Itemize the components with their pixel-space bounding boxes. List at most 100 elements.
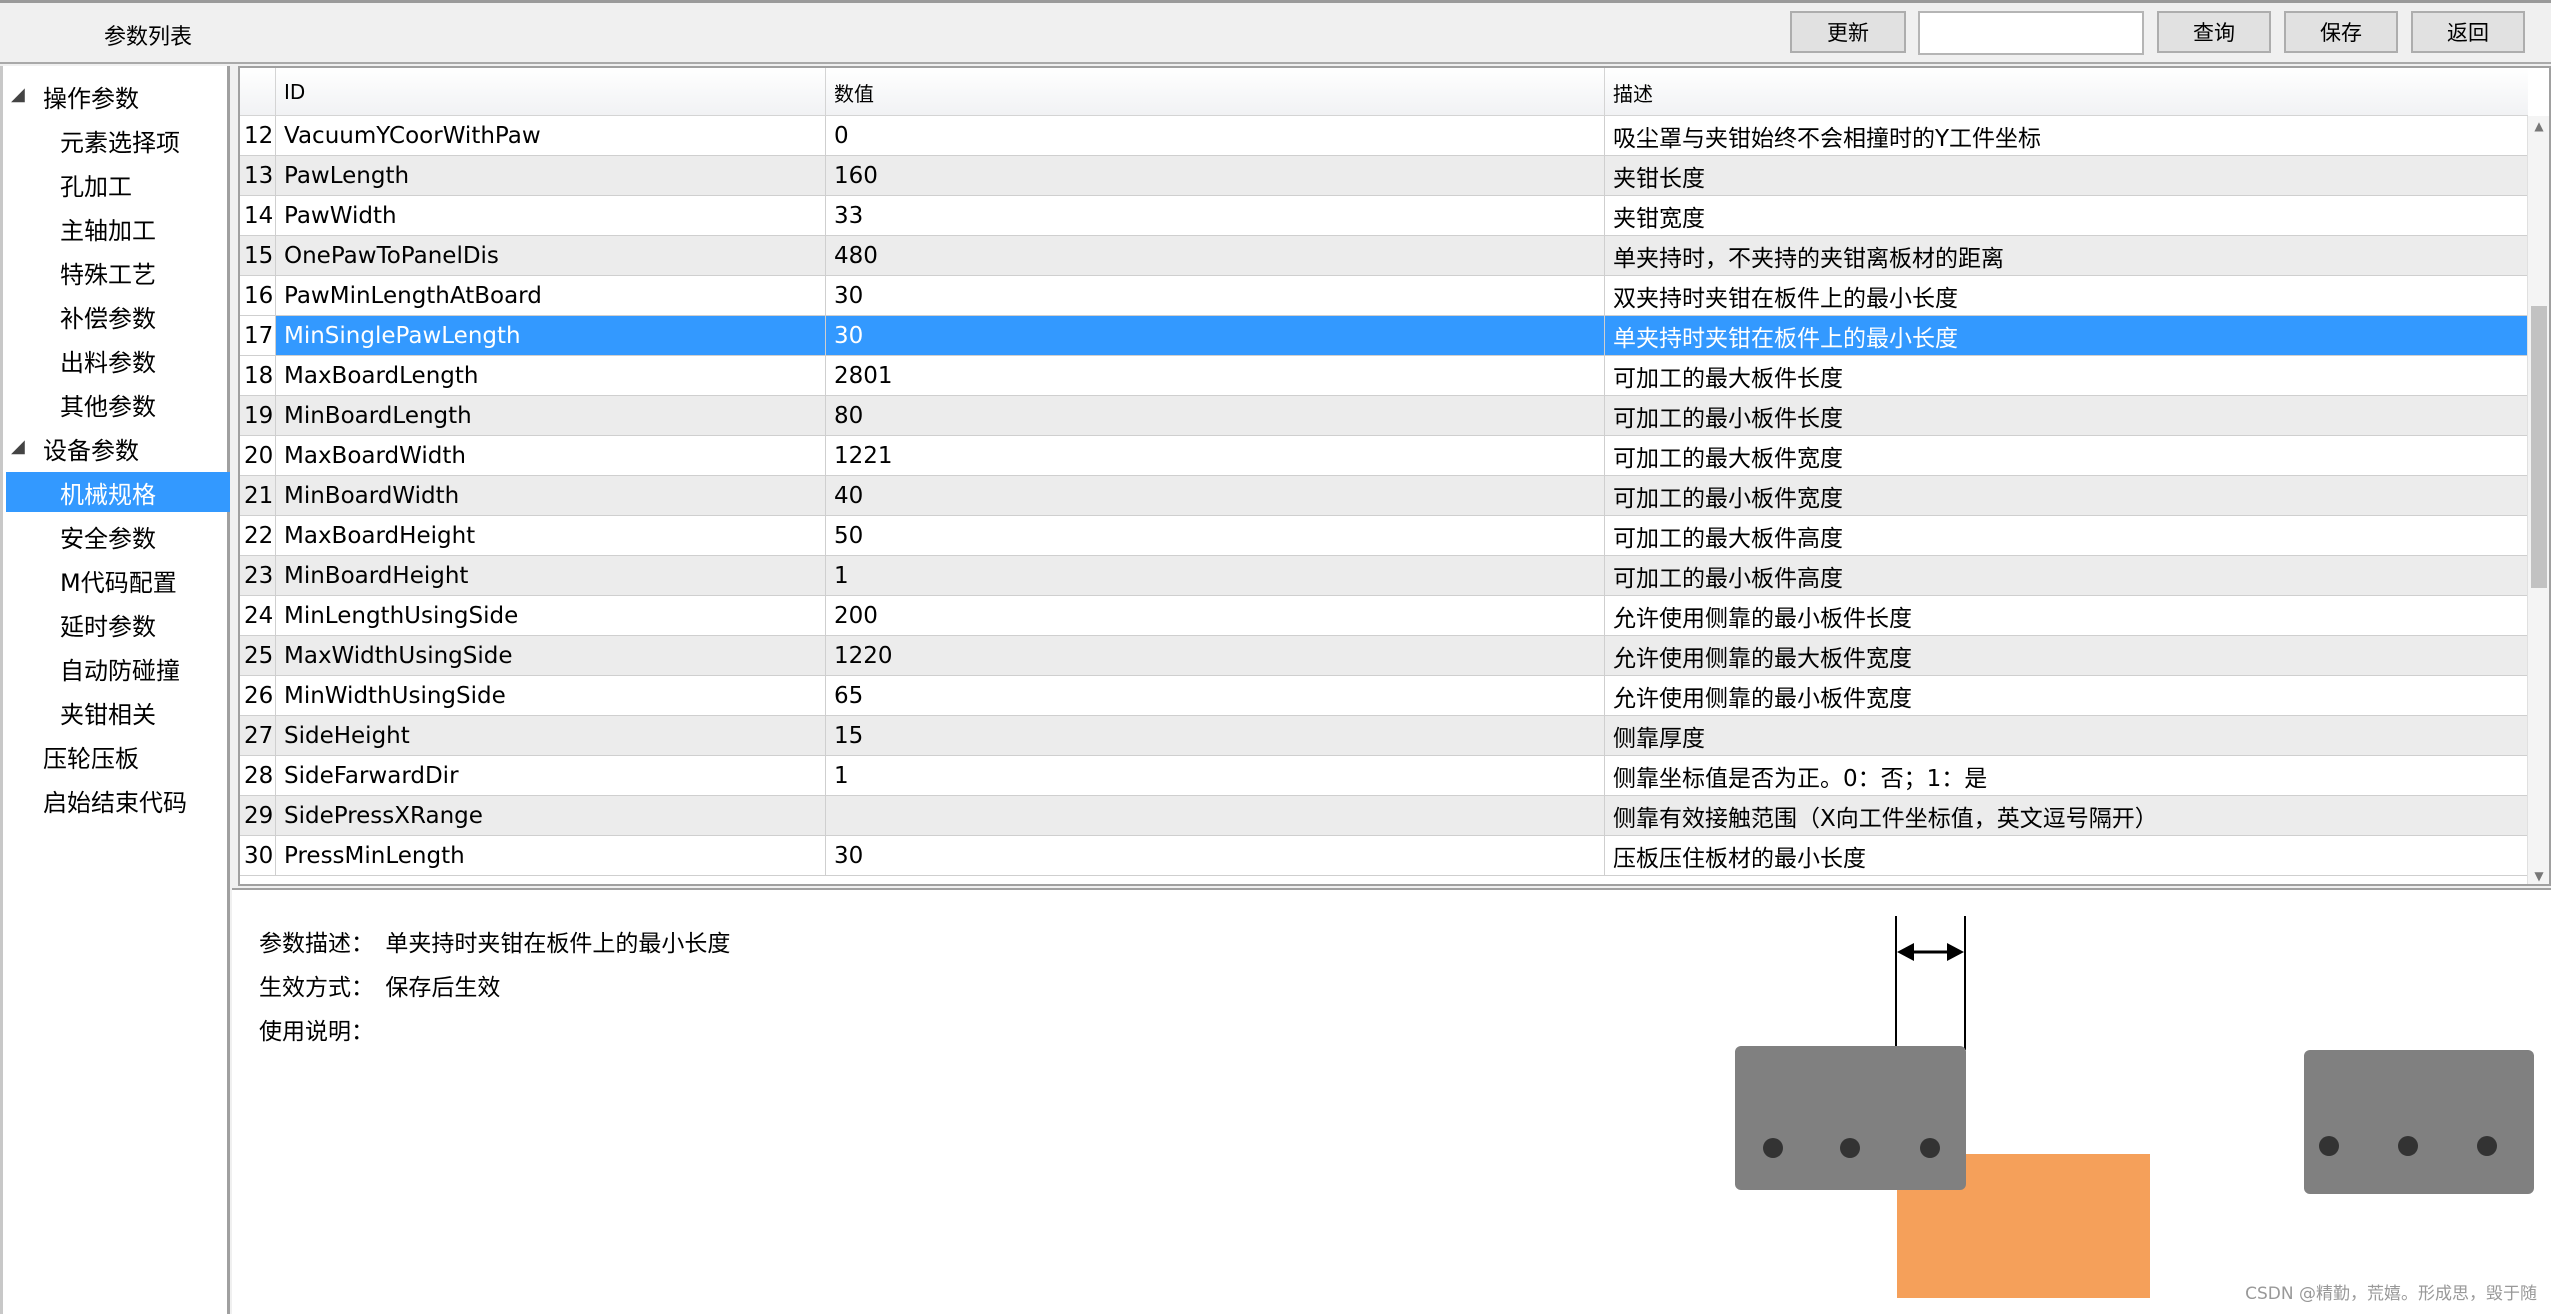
description-cell: 侧靠坐标值是否为正。0：否；1：是 — [1605, 756, 2528, 796]
table-header: ID 数值 描述 — [240, 68, 2528, 116]
scrollbar-thumb[interactable] — [2531, 306, 2547, 588]
search-input[interactable] — [1918, 11, 2144, 55]
tree-item[interactable]: 压轮压板 — [43, 736, 139, 776]
description-cell: 可加工的最大板件高度 — [1605, 516, 2528, 556]
table-row[interactable]: 22 MaxBoardHeight 50 可加工的最大板件高度 — [240, 516, 2528, 556]
value-cell[interactable]: 65 — [826, 676, 1605, 716]
table-vertical-scrollbar[interactable]: ▲ ▼ — [2527, 116, 2549, 884]
tree-item[interactable]: 设备参数 — [43, 428, 139, 468]
expand-toggle-icon[interactable]: ◢ — [11, 436, 25, 457]
tree-item[interactable]: 孔加工 — [6, 164, 230, 204]
id-cell: MinWidthUsingSide — [276, 676, 826, 716]
tree-item[interactable]: 夹钳相关 — [6, 692, 230, 732]
value-cell[interactable]: 160 — [826, 156, 1605, 196]
table-row[interactable]: 14 PawWidth 33 夹钳宽度 — [240, 196, 2528, 236]
description-cell: 可加工的最小板件高度 — [1605, 556, 2528, 596]
value-cell[interactable]: 30 — [826, 276, 1605, 316]
table-row[interactable]: 26 MinWidthUsingSide 65 允许使用侧靠的最小板件宽度 — [240, 676, 2528, 716]
table-row[interactable]: 17 MinSinglePawLength 30 单夹持时夹钳在板件上的最小长度 — [240, 316, 2528, 356]
value-cell[interactable]: 0 — [826, 116, 1605, 156]
watermark: CSDN @精勤，荒嬉。形成思，毁于随 — [2245, 1284, 2537, 1304]
description-cell: 夹钳长度 — [1605, 156, 2528, 196]
column-header-id[interactable]: ID — [276, 68, 826, 116]
value-cell[interactable]: 33 — [826, 196, 1605, 236]
table-row[interactable]: 16 PawMinLengthAtBoard 30 双夹持时夹钳在板件上的最小长度 — [240, 276, 2528, 316]
value-cell[interactable]: 50 — [826, 516, 1605, 556]
tree-item[interactable]: 特殊工艺 — [6, 252, 230, 292]
scroll-up-icon[interactable]: ▲ — [2528, 116, 2549, 136]
value-cell[interactable]: 1 — [826, 556, 1605, 596]
row-number-cell: 30 — [240, 836, 276, 876]
tree-item[interactable]: 启始结束代码 — [43, 780, 187, 820]
tree-item[interactable]: 安全参数 — [6, 516, 230, 556]
description-cell: 可加工的最小板件长度 — [1605, 396, 2528, 436]
update-button[interactable]: 更新 — [1790, 11, 1906, 53]
table-row[interactable]: 23 MinBoardHeight 1 可加工的最小板件高度 — [240, 556, 2528, 596]
value-cell[interactable]: 80 — [826, 396, 1605, 436]
row-number-cell: 13 — [240, 156, 276, 196]
value-cell[interactable]: 30 — [826, 316, 1605, 356]
tree-item[interactable]: 主轴加工 — [6, 208, 230, 248]
value-cell[interactable]: 2801 — [826, 356, 1605, 396]
clamp-left-hole — [1840, 1138, 1860, 1158]
id-cell: VacuumYCoorWithPaw — [276, 116, 826, 156]
tree-item[interactable]: 出料参数 — [6, 340, 230, 380]
value-cell[interactable]: 15 — [826, 716, 1605, 756]
table-row[interactable]: 18 MaxBoardLength 2801 可加工的最大板件长度 — [240, 356, 2528, 396]
value-cell[interactable]: 1221 — [826, 436, 1605, 476]
value-cell[interactable] — [826, 796, 1605, 836]
table-row[interactable]: 20 MaxBoardWidth 1221 可加工的最大板件宽度 — [240, 436, 2528, 476]
table-row[interactable]: 28 SideFarwardDir 1 侧靠坐标值是否为正。0：否；1：是 — [240, 756, 2528, 796]
id-cell: MinSinglePawLength — [276, 316, 826, 356]
table-row[interactable]: 30 PressMinLength 30 压板压住板材的最小长度 — [240, 836, 2528, 876]
tree-item[interactable]: 元素选择项 — [6, 120, 230, 160]
id-cell: PawMinLengthAtBoard — [276, 276, 826, 316]
scroll-down-icon[interactable]: ▼ — [2528, 866, 2549, 884]
value-cell[interactable]: 200 — [826, 596, 1605, 636]
back-button[interactable]: 返回 — [2411, 11, 2525, 53]
description-cell: 可加工的最大板件长度 — [1605, 356, 2528, 396]
id-cell: MinBoardWidth — [276, 476, 826, 516]
table-row[interactable]: 29 SidePressXRange 侧靠有效接触范围（X向工件坐标值，英文逗号隔开… — [240, 796, 2528, 836]
tree-item[interactable]: 延时参数 — [6, 604, 230, 644]
clamp-diagram — [1735, 916, 2534, 1298]
query-button[interactable]: 查询 — [2157, 11, 2271, 53]
row-number-cell: 22 — [240, 516, 276, 556]
table-row[interactable]: 12 VacuumYCoorWithPaw 0 吸尘罩与夹钳始终不会相撞时的Y工件坐标 — [240, 116, 2528, 156]
value-cell[interactable]: 480 — [826, 236, 1605, 276]
description-cell: 可加工的最小板件宽度 — [1605, 476, 2528, 516]
row-number-cell: 16 — [240, 276, 276, 316]
save-button[interactable]: 保存 — [2284, 11, 2398, 53]
column-header-description[interactable]: 描述 — [1605, 68, 2528, 116]
expand-toggle-icon[interactable]: ◢ — [11, 84, 25, 105]
column-header-value[interactable]: 数值 — [826, 68, 1605, 116]
table-row[interactable]: 15 OnePawToPanelDis 480 单夹持时，不夹持的夹钳离板材的距离 — [240, 236, 2528, 276]
tree-item[interactable]: 补偿参数 — [6, 296, 230, 336]
id-cell: MaxWidthUsingSide — [276, 636, 826, 676]
table-row[interactable]: 25 MaxWidthUsingSide 1220 允许使用侧靠的最大板件宽度 — [240, 636, 2528, 676]
tree-item[interactable]: 操作参数 — [43, 76, 139, 116]
id-cell: PressMinLength — [276, 836, 826, 876]
clamp-left — [1735, 1046, 1966, 1190]
id-cell: MaxBoardWidth — [276, 436, 826, 476]
value-cell[interactable]: 40 — [826, 476, 1605, 516]
tree-item[interactable]: M代码配置 — [6, 560, 230, 600]
tree-item[interactable]: 其他参数 — [6, 384, 230, 424]
table-row[interactable]: 13 PawLength 160 夹钳长度 — [240, 156, 2528, 196]
table-row[interactable]: 19 MinBoardLength 80 可加工的最小板件长度 — [240, 396, 2528, 436]
value-cell[interactable]: 1220 — [826, 636, 1605, 676]
row-number-cell: 18 — [240, 356, 276, 396]
description-cell: 单夹持时夹钳在板件上的最小长度 — [1605, 316, 2528, 356]
tree-item[interactable]: 机械规格 — [6, 472, 230, 512]
toolbar: 参数列表 更新 查询 保存 返回 — [0, 0, 2551, 64]
row-number-cell: 15 — [240, 236, 276, 276]
value-cell[interactable]: 1 — [826, 756, 1605, 796]
table-row[interactable]: 24 MinLengthUsingSide 200 允许使用侧靠的最小板件长度 — [240, 596, 2528, 636]
id-cell: SidePressXRange — [276, 796, 826, 836]
value-cell[interactable]: 30 — [826, 836, 1605, 876]
tree-item[interactable]: 自动防碰撞 — [6, 648, 230, 688]
id-cell: SideFarwardDir — [276, 756, 826, 796]
table-row[interactable]: 21 MinBoardWidth 40 可加工的最小板件宽度 — [240, 476, 2528, 516]
description-cell: 夹钳宽度 — [1605, 196, 2528, 236]
table-row[interactable]: 27 SideHeight 15 侧靠厚度 — [240, 716, 2528, 756]
